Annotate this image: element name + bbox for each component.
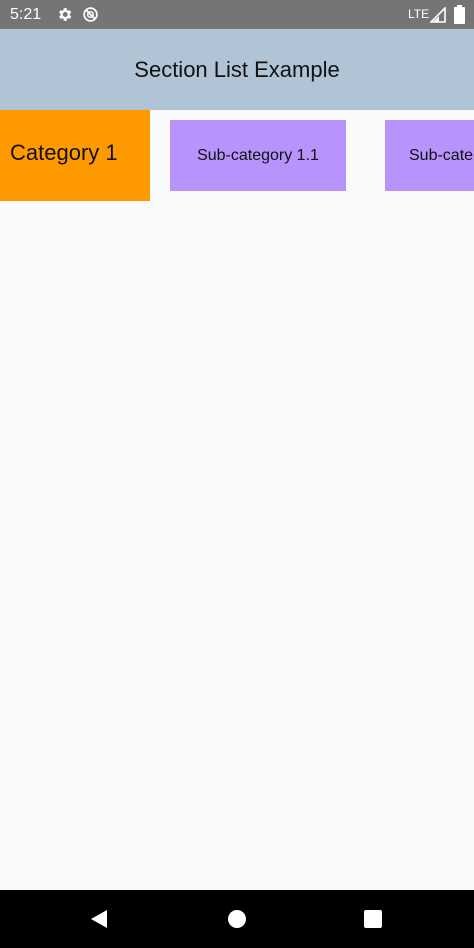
do-not-disturb-icon <box>83 7 98 22</box>
battery-icon <box>454 5 465 24</box>
recents-icon[interactable] <box>362 908 384 930</box>
home-icon[interactable] <box>226 908 248 930</box>
signal-icon <box>430 7 446 23</box>
screen: 5:21 LTE Section List Example Category 1… <box>0 0 474 948</box>
subcategory-item[interactable]: Sub-category 1.1 <box>170 120 346 191</box>
section-row: Category 1 Sub-category 1.1 Sub-cate <box>0 110 474 201</box>
status-bar: 5:21 LTE <box>0 0 474 29</box>
category-header[interactable]: Category 1 <box>0 110 150 201</box>
page-title: Section List Example <box>134 56 340 82</box>
network-label: LTE <box>408 7 430 21</box>
app-bar: Section List Example <box>0 29 474 110</box>
settings-icon <box>59 8 72 21</box>
navigation-bar <box>0 890 474 948</box>
back-icon[interactable] <box>88 908 110 930</box>
subcategory-item[interactable]: Sub-cate <box>385 120 474 191</box>
status-time: 5:21 <box>10 6 42 23</box>
